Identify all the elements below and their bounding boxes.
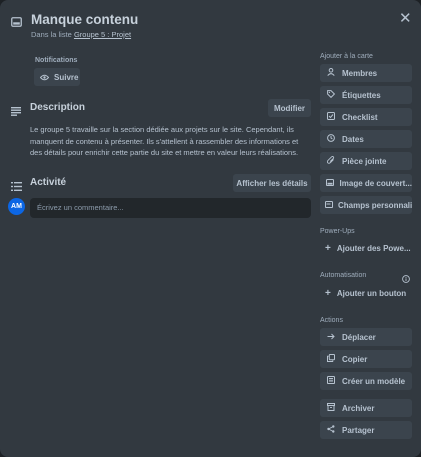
archive-label: Archiver (342, 403, 375, 413)
description-text[interactable]: Le groupe 5 travaille sur la section déd… (30, 124, 308, 159)
members-label: Membres (342, 68, 378, 78)
checklist-button[interactable]: Checklist (320, 108, 412, 126)
follow-button[interactable]: Suivre (34, 68, 80, 86)
powerups-heading: Power-Ups (320, 228, 355, 235)
members-button[interactable]: Membres (320, 64, 412, 82)
labels-button[interactable]: Étiquettes (320, 86, 412, 104)
card-modal: Manque contenu Dans la liste Groupe 5 : … (0, 0, 421, 457)
copy-button[interactable]: Copier (320, 350, 412, 368)
actions-heading: Actions (320, 317, 343, 324)
checklist-icon (325, 112, 337, 122)
comment-input[interactable]: Écrivez un commentaire... (30, 198, 311, 218)
automation-heading: Automatisation (320, 272, 367, 279)
dates-label: Dates (342, 134, 364, 144)
attachment-button[interactable]: Pièce jointe (320, 152, 412, 170)
avatar[interactable]: AM (8, 198, 25, 215)
clock-icon (325, 134, 337, 144)
list-link[interactable]: Groupe 5 : Projet (74, 30, 131, 39)
share-label: Partager (342, 425, 375, 435)
copy-label: Copier (342, 354, 368, 364)
labels-label: Étiquettes (342, 90, 381, 100)
arrow-right-icon (325, 333, 337, 342)
share-button[interactable]: Partager (320, 421, 412, 439)
activity-heading: Activité (30, 177, 67, 188)
card-title[interactable]: Manque contenu (31, 12, 138, 27)
archive-icon (325, 403, 337, 413)
move-label: Déplacer (342, 332, 376, 342)
info-icon[interactable] (402, 270, 410, 288)
tag-icon (325, 90, 337, 100)
add-automation-label: Ajouter un bouton (336, 289, 407, 298)
dates-button[interactable]: Dates (320, 130, 412, 148)
create-template-label: Créer un modèle (342, 376, 406, 386)
add-to-card-heading: Ajouter à la carte (320, 53, 373, 60)
archive-button[interactable]: Archiver (320, 399, 412, 417)
custom-fields-button[interactable]: Champs personnali... (320, 196, 412, 214)
cover-image-label: Image de couvert... (339, 178, 412, 188)
activity-icon (11, 178, 22, 196)
card-icon (11, 14, 22, 32)
list-prefix: Dans la liste (31, 30, 72, 39)
description-heading: Description (30, 102, 86, 113)
custom-fields-icon (325, 200, 333, 210)
user-icon (325, 68, 337, 78)
eye-icon (40, 74, 49, 81)
add-powerups-button[interactable]: + Ajouter des Powe... (325, 243, 411, 254)
paperclip-icon (325, 155, 337, 166)
cover-image-button[interactable]: Image de couvert... (320, 174, 412, 192)
show-details-button[interactable]: Afficher les détails (233, 174, 311, 192)
move-button[interactable]: Déplacer (320, 328, 412, 346)
card-list-info: Dans la liste Groupe 5 : Projet (31, 30, 131, 39)
checklist-label: Checklist (342, 112, 378, 122)
follow-label: Suivre (54, 72, 79, 82)
template-icon (325, 376, 337, 386)
add-button-automation[interactable]: + Ajouter un bouton (325, 288, 406, 299)
notifications-heading: Notifications (35, 57, 78, 64)
share-icon (325, 425, 337, 435)
plus-icon: + (325, 243, 331, 254)
copy-icon (325, 354, 337, 364)
attachment-label: Pièce jointe (342, 156, 387, 166)
add-powerups-label: Ajouter des Powe... (336, 244, 411, 253)
edit-description-button[interactable]: Modifier (268, 99, 311, 117)
plus-icon: + (325, 288, 331, 299)
close-icon[interactable]: ✕ (399, 9, 412, 27)
description-icon (11, 103, 21, 121)
create-template-button[interactable]: Créer un modèle (320, 372, 412, 390)
cover-image-icon (325, 178, 335, 188)
custom-fields-label: Champs personnali... (338, 200, 412, 210)
